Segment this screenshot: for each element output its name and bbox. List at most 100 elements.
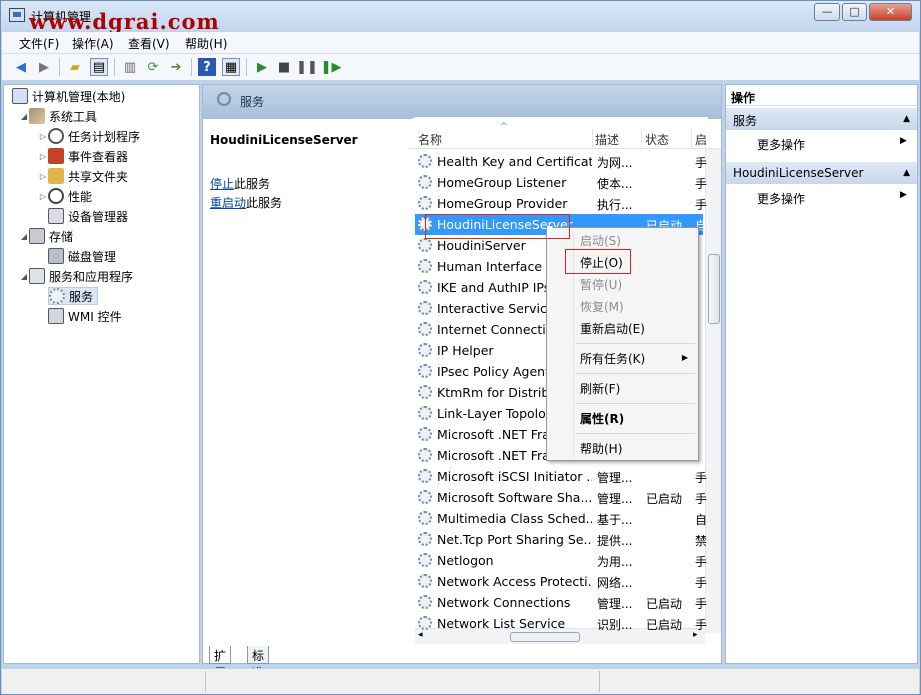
collapse-up-icon[interactable]: ▲ bbox=[903, 114, 910, 124]
menu-view[interactable]: 查看(V) bbox=[128, 35, 170, 52]
service-row[interactable]: Microsoft Software Sha... 管理... 已启动手 bbox=[415, 487, 707, 508]
more-actions-label: 更多操作 bbox=[757, 192, 806, 206]
actions-panel: 操作 服务 ▲ 更多操作 ▶ HoudiniLicenseServer ▲ 更多… bbox=[725, 84, 918, 664]
show-hide-tree-icon[interactable]: ▤ bbox=[90, 58, 108, 76]
more-actions-services[interactable]: 更多操作 ▶ bbox=[757, 136, 907, 153]
collapse-arrow-icon[interactable]: ▷ bbox=[38, 132, 48, 141]
tree-item-wmi[interactable]: WMI 控件 bbox=[48, 307, 122, 325]
tree-item-task-scheduler[interactable]: ▷ 任务计划程序 bbox=[38, 127, 140, 145]
toolbar: ◀ ▶ ▰ ▤ ▥ ⟳ ➔ ? ▦ ▶ ■ ❚❚ ❚▶ bbox=[2, 54, 919, 81]
collapse-arrow-icon[interactable]: ▷ bbox=[38, 172, 48, 181]
service-status: 已启动 bbox=[646, 618, 683, 632]
menu-action[interactable]: 操作(A) bbox=[72, 35, 114, 52]
services-gear-icon bbox=[49, 288, 65, 304]
menu-restart[interactable]: 重新启动(E) bbox=[580, 320, 645, 337]
pause-icon[interactable]: ❚❚ bbox=[296, 58, 318, 76]
service-gear-icon bbox=[418, 364, 432, 378]
column-name[interactable]: 名称 bbox=[418, 131, 442, 148]
menu-help[interactable]: 帮助(H) bbox=[580, 440, 622, 457]
tree-item-services-apps[interactable]: ◢ 服务和应用程序 bbox=[19, 267, 133, 285]
menu-bar: 文件(F) 操作(A) 查看(V) 帮助(H) bbox=[2, 32, 919, 54]
maximize-button[interactable]: □ bbox=[842, 3, 867, 21]
tree-item-label: 系统工具 bbox=[49, 109, 98, 124]
tree-item-storage[interactable]: ◢ 存储 bbox=[19, 227, 73, 245]
tree-item-label: 共享文件夹 bbox=[68, 169, 129, 184]
collapse-up-icon[interactable]: ▲ bbox=[903, 168, 910, 178]
computer-management-icon bbox=[9, 8, 25, 22]
restart-icon[interactable]: ❚▶ bbox=[321, 58, 342, 76]
service-row[interactable]: Network Access Protecti... 网络... 手 bbox=[415, 571, 707, 592]
service-row[interactable]: Multimedia Class Sched... 基于... 自 bbox=[415, 508, 707, 529]
tree-item-device-manager[interactable]: 设备管理器 bbox=[48, 207, 128, 225]
service-name: Microsoft Software Sha... bbox=[437, 490, 592, 505]
more-actions-houdini[interactable]: 更多操作 ▶ bbox=[757, 190, 907, 207]
menu-refresh[interactable]: 刷新(F) bbox=[580, 380, 620, 397]
actions-section-houdini[interactable]: HoudiniLicenseServer ▲ bbox=[726, 162, 917, 184]
service-description: 执行... bbox=[597, 198, 633, 212]
menu-resume[interactable]: 恢复(M) bbox=[580, 298, 624, 315]
collapse-arrow-icon[interactable]: ▷ bbox=[38, 152, 48, 161]
stop-service-link[interactable]: 停止 bbox=[210, 177, 234, 191]
export-icon[interactable]: ▥ bbox=[121, 58, 139, 76]
tree-item-computer-management[interactable]: 计算机管理(本地) bbox=[12, 87, 125, 105]
menu-all-tasks[interactable]: 所有任务(K) bbox=[580, 350, 645, 367]
tree-item-event-viewer[interactable]: ▷ 事件查看器 bbox=[38, 147, 128, 165]
expand-arrow-icon[interactable]: ◢ bbox=[19, 112, 29, 121]
properties-icon[interactable]: ▦ bbox=[222, 58, 240, 76]
refresh-icon[interactable]: ⟳ bbox=[144, 58, 162, 76]
menu-start[interactable]: 启动(S) bbox=[580, 232, 621, 249]
menu-properties[interactable]: 属性(R) bbox=[580, 410, 624, 427]
column-status[interactable]: 状态 bbox=[645, 131, 669, 148]
service-row[interactable]: Network List Service 识别... 已启动手 bbox=[415, 613, 707, 634]
service-row[interactable]: HomeGroup Provider 执行... 手 bbox=[415, 193, 707, 214]
service-startup-type: 自 bbox=[695, 513, 708, 527]
computer-icon bbox=[12, 88, 28, 104]
restart-service-link[interactable]: 重启动 bbox=[210, 196, 246, 210]
service-name: Netlogon bbox=[437, 553, 494, 568]
stop-icon[interactable]: ■ bbox=[275, 58, 293, 76]
service-gear-icon bbox=[418, 553, 432, 567]
expand-arrow-icon[interactable]: ◢ bbox=[19, 272, 29, 281]
tree-item-disk-management[interactable]: 磁盘管理 bbox=[48, 247, 116, 265]
service-row[interactable]: Net.Tcp Port Sharing Se... 提供... 禁 bbox=[415, 529, 707, 550]
play-icon[interactable]: ▶ bbox=[253, 58, 271, 76]
minimize-button[interactable]: — bbox=[814, 3, 840, 21]
service-description: 为网... bbox=[597, 156, 633, 170]
vertical-scrollbar-thumb[interactable] bbox=[708, 254, 720, 324]
menu-help[interactable]: 帮助(H) bbox=[185, 35, 227, 52]
export-list-icon[interactable]: ➔ bbox=[167, 58, 185, 76]
vertical-scrollbar[interactable] bbox=[705, 149, 721, 633]
service-gear-icon bbox=[418, 595, 432, 609]
close-button[interactable]: ✕ bbox=[869, 3, 912, 21]
service-row[interactable]: HomeGroup Listener 使本... 手 bbox=[415, 172, 707, 193]
tree-item-shared-folders[interactable]: ▷ 共享文件夹 bbox=[38, 167, 128, 185]
service-row[interactable]: Netlogon 为用... 手 bbox=[415, 550, 707, 571]
service-row[interactable]: Health Key and Certificat... 为网... 手 bbox=[415, 151, 707, 172]
service-row[interactable]: Microsoft iSCSI Initiator ... 管理... 手 bbox=[415, 466, 707, 487]
restart-service-link-row: 重启动此服务 bbox=[210, 194, 282, 211]
service-row[interactable]: Network Connections 管理... 已启动手 bbox=[415, 592, 707, 613]
back-icon[interactable]: ◀ bbox=[12, 58, 30, 76]
tab-extended[interactable]: 扩展 bbox=[209, 646, 232, 680]
tree-item-system-tools[interactable]: ◢ 系统工具 bbox=[19, 107, 97, 125]
service-gear-icon bbox=[418, 574, 432, 588]
menu-pause[interactable]: 暂停(U) bbox=[580, 276, 622, 293]
tree-item-performance[interactable]: ▷ 性能 bbox=[38, 187, 92, 205]
column-startup-type[interactable]: 启 bbox=[695, 131, 707, 148]
tree-item-services[interactable]: 服务 bbox=[48, 287, 99, 305]
clock-icon bbox=[48, 128, 64, 144]
collapse-arrow-icon[interactable]: ▷ bbox=[38, 192, 48, 201]
tree-item-label: 服务和应用程序 bbox=[49, 269, 134, 284]
service-status: 已启动 bbox=[646, 492, 683, 506]
services-header: 服务 bbox=[203, 85, 721, 119]
column-description[interactable]: 描述 bbox=[595, 131, 619, 148]
up-folder-icon[interactable]: ▰ bbox=[66, 58, 84, 76]
actions-section-services[interactable]: 服务 ▲ bbox=[726, 108, 917, 130]
tab-standard[interactable]: 标准 bbox=[247, 646, 270, 680]
service-gear-icon bbox=[418, 238, 432, 252]
service-startup-type: 手 bbox=[695, 156, 708, 170]
expand-arrow-icon[interactable]: ◢ bbox=[19, 232, 29, 241]
menu-file[interactable]: 文件(F) bbox=[19, 35, 59, 52]
forward-icon[interactable]: ▶ bbox=[35, 58, 53, 76]
help-icon[interactable]: ? bbox=[198, 58, 216, 76]
